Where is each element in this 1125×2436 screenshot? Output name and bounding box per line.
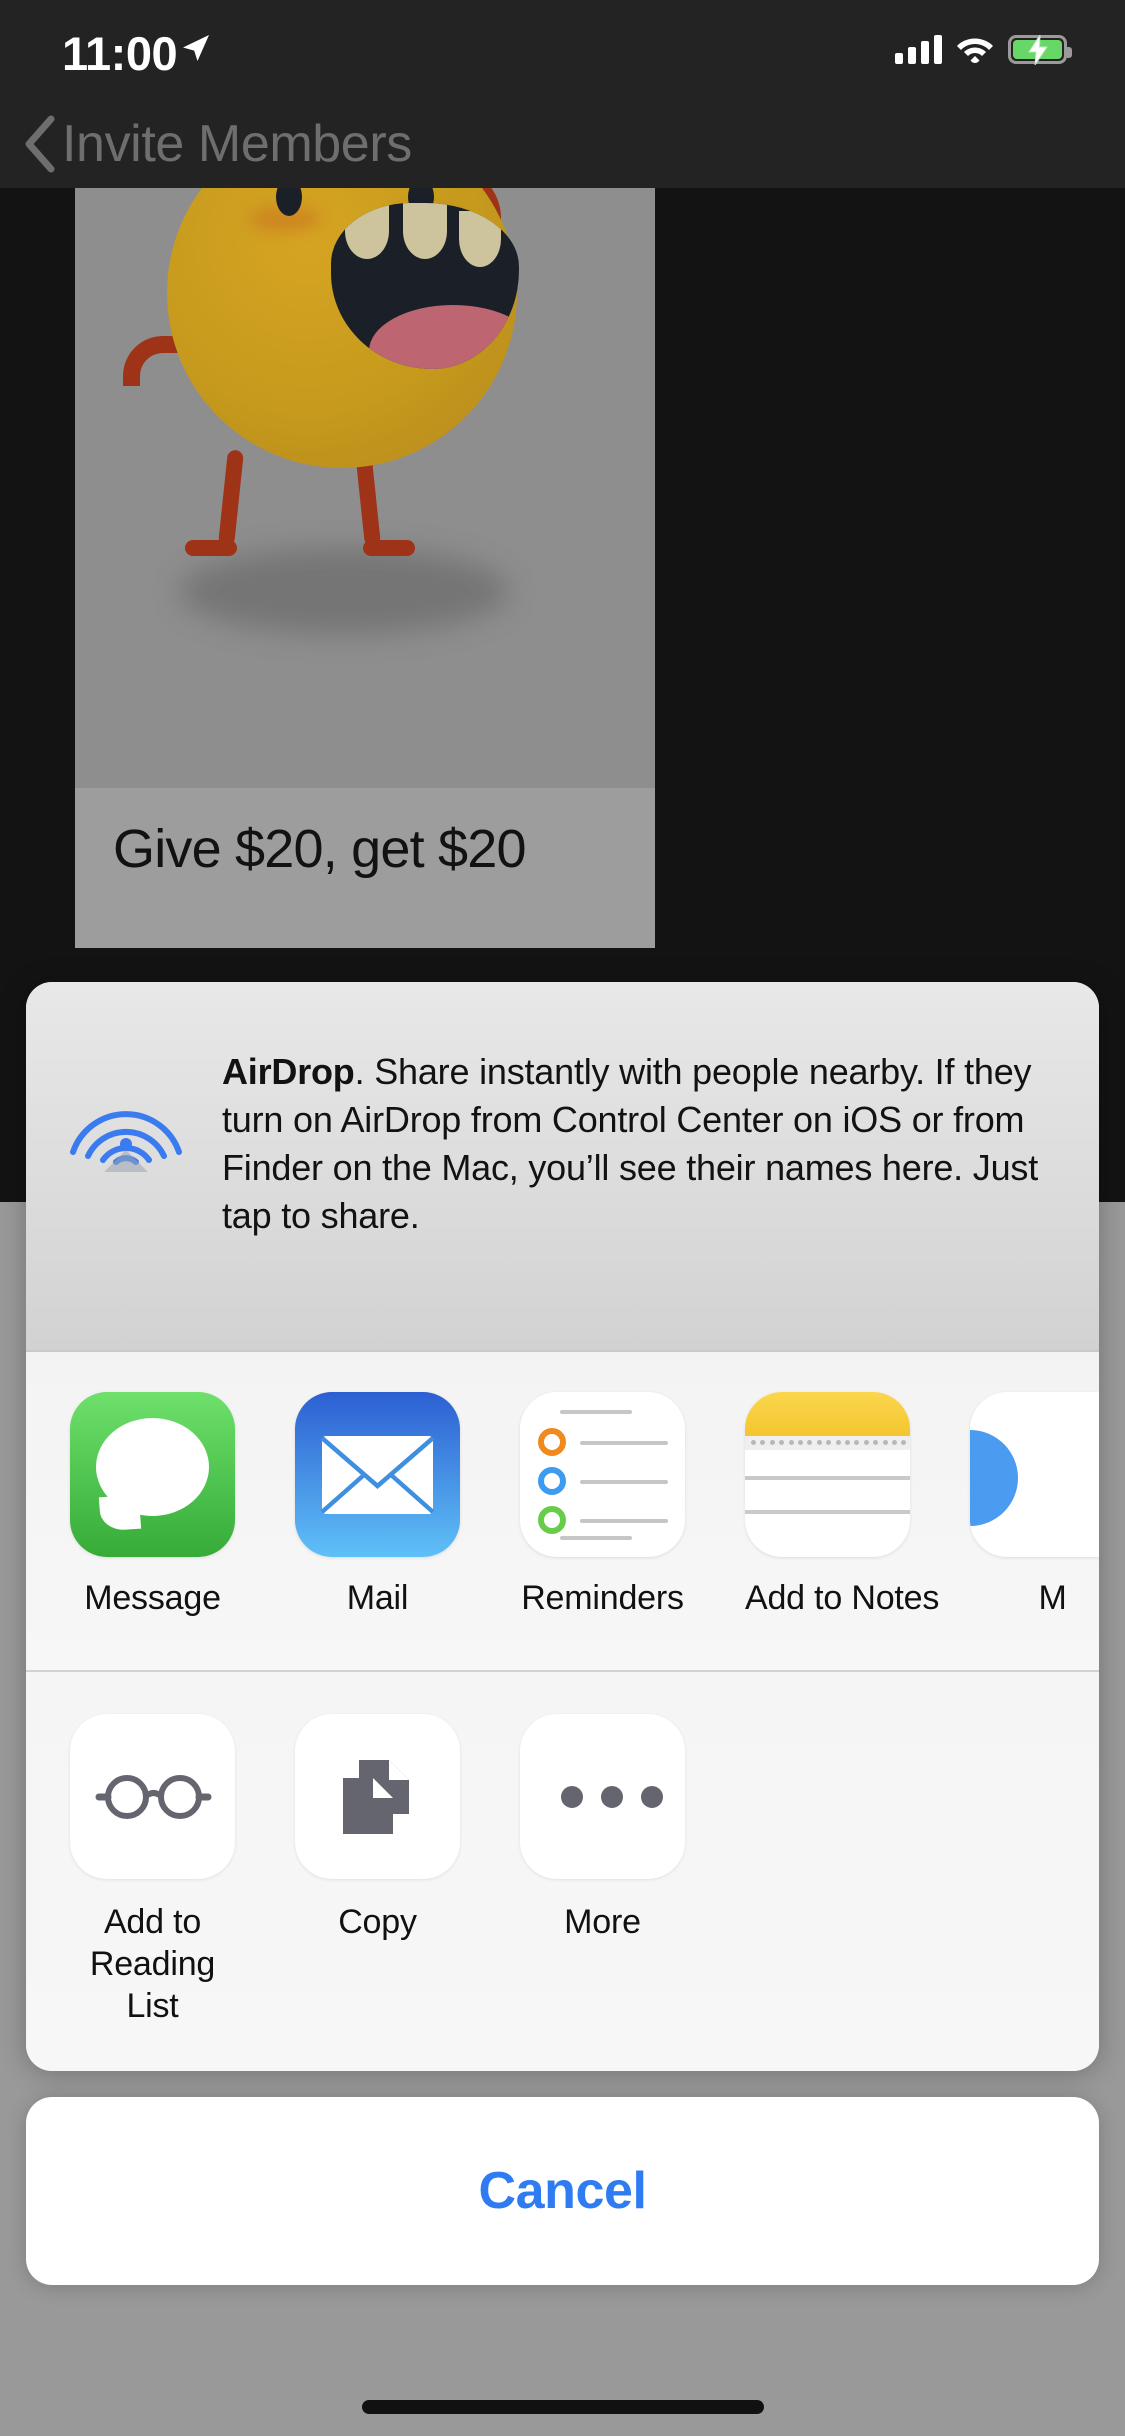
messages-app-icon — [70, 1392, 235, 1557]
share-target-partial[interactable]: M — [970, 1392, 1099, 1618]
chevron-left-icon — [25, 115, 55, 173]
monster-left-foot — [185, 540, 237, 556]
monster-body — [167, 188, 519, 468]
action-label-line2: Reading List — [89, 1945, 216, 2025]
nav-title: Invite Members — [62, 115, 412, 173]
reminders-app-icon — [520, 1392, 685, 1557]
battery-charging-icon — [1008, 34, 1072, 65]
monster-illustration — [75, 188, 655, 788]
action-label: Add to Reading List — [70, 1901, 235, 2027]
action-copy[interactable]: Copy — [295, 1714, 460, 1943]
cellular-bars-icon — [895, 34, 942, 64]
referral-card: Give $20, get $20 — [75, 188, 655, 948]
action-label: Copy — [295, 1901, 460, 1943]
share-target-label: M — [1038, 1579, 1067, 1617]
monster-left-leg — [218, 449, 244, 547]
lightning-bolt-icon — [1027, 34, 1048, 65]
share-target-notes[interactable]: Add to Notes — [745, 1392, 940, 1618]
cancel-label: Cancel — [478, 2162, 647, 2220]
share-target-label: Add to Notes — [745, 1579, 940, 1617]
share-target-label: Message — [84, 1579, 221, 1617]
action-list: Add to Reading List Copy More — [26, 1670, 1099, 2071]
wifi-icon — [957, 38, 993, 63]
action-icon-container — [70, 1714, 235, 1879]
location-arrow-icon — [183, 35, 209, 61]
action-row[interactable]: Add to Reading List Copy More — [26, 1714, 1099, 2027]
action-label-line1: Copy — [338, 1903, 417, 1941]
share-sheet-card: AirDrop. Share instantly with people nea… — [26, 982, 1099, 2071]
app-share-row[interactable]: Message Mail Reminders Add to Notes M — [26, 1392, 1099, 1618]
monster-tongue — [369, 305, 519, 369]
app-share-targets: Message Mail Reminders Add to Notes M — [26, 1350, 1099, 1670]
share-target-reminders[interactable]: Reminders — [520, 1392, 685, 1618]
partial-app-icon — [970, 1392, 1099, 1557]
share-target-mail[interactable]: Mail — [295, 1392, 460, 1618]
action-label-line1: Add to — [103, 1903, 202, 1941]
back-button[interactable]: Invite Members — [0, 114, 412, 174]
monster-tooth — [459, 211, 501, 267]
monster-tooth — [403, 203, 447, 259]
share-target-label: Mail — [346, 1579, 409, 1617]
action-label: More — [520, 1901, 685, 1943]
share-target-label: Reminders — [521, 1579, 684, 1617]
airdrop-section[interactable]: AirDrop. Share instantly with people nea… — [26, 982, 1099, 1350]
card-text-area: Give $20, get $20 — [75, 788, 655, 948]
action-icon-container — [520, 1714, 685, 1879]
monster-mouth — [331, 203, 519, 369]
iphone-screen: Give $20, get $20 11:00 Invite Members A… — [0, 0, 1125, 2436]
airdrop-description: AirDrop. Share instantly with people nea… — [222, 1030, 1065, 1350]
action-label-line1: More — [564, 1903, 641, 1941]
card-headline: Give $20, get $20 — [113, 819, 527, 879]
action-more[interactable]: More — [520, 1714, 685, 1943]
notes-app-icon — [745, 1392, 910, 1557]
monster-shadow — [179, 548, 509, 634]
home-indicator[interactable] — [361, 2400, 764, 2414]
cancel-button[interactable]: Cancel — [26, 2097, 1099, 2285]
status-bar-time: 11:00 — [62, 27, 178, 80]
navigation-bar: Invite Members — [0, 100, 1125, 188]
airdrop-title: AirDrop — [222, 1051, 355, 1092]
more-ellipsis-icon — [561, 1786, 663, 1808]
monster-right-foot — [363, 540, 415, 556]
copy-documents-icon — [343, 1760, 409, 1834]
airdrop-icon — [70, 1111, 182, 1172]
action-icon-container — [295, 1714, 460, 1879]
share-target-message[interactable]: Message — [70, 1392, 235, 1618]
mail-app-icon — [295, 1392, 460, 1557]
status-bar-indicators — [895, 28, 1072, 65]
status-bar: 11:00 — [0, 0, 1125, 100]
action-add-to-reading-list[interactable]: Add to Reading List — [70, 1714, 235, 2027]
glasses-icon — [95, 1775, 212, 1819]
monster-tooth — [345, 203, 389, 259]
share-sheet: AirDrop. Share instantly with people nea… — [26, 982, 1099, 2285]
